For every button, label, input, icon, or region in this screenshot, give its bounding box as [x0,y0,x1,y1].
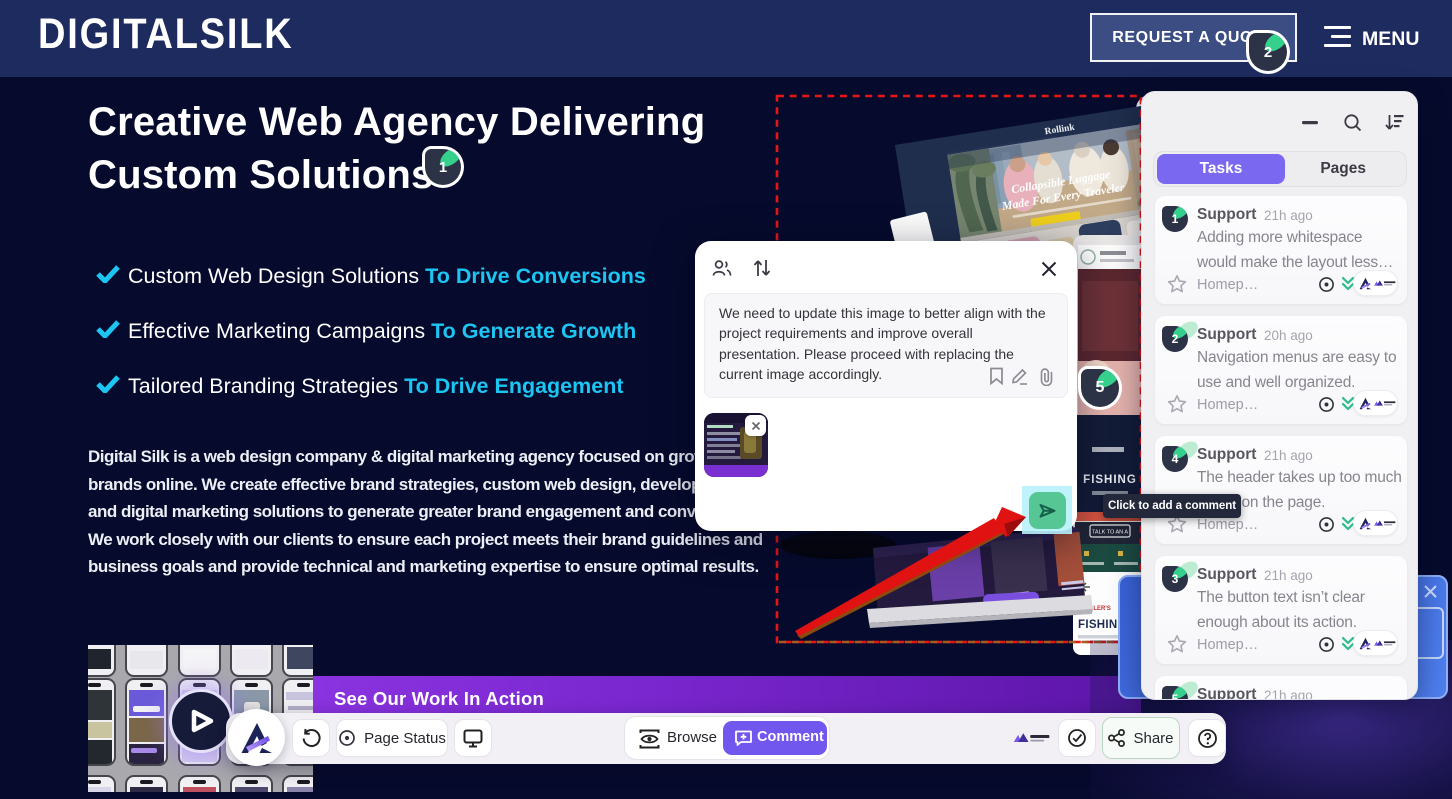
svg-text:FISHING: FISHING [1083,474,1137,486]
svg-text:TALK TO AN A: TALK TO AN A [1092,530,1128,536]
